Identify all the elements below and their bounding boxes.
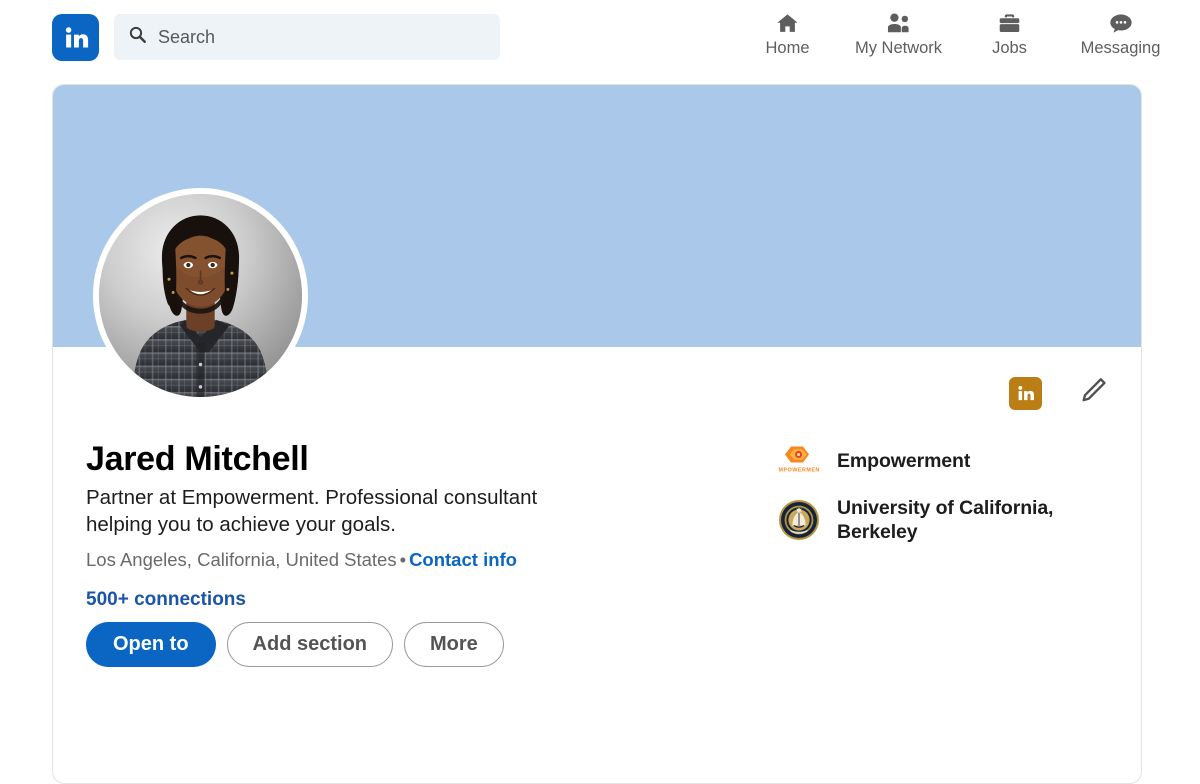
more-button[interactable]: More (404, 622, 504, 667)
affiliation-company-name: Empowerment (837, 449, 971, 472)
profile-card: Jared Mitchell Partner at Empowerment. P… (52, 84, 1142, 784)
nav-item-home[interactable]: Home (732, 6, 843, 57)
primary-navigation: Home My Network Jobs Messaging (732, 6, 1176, 68)
search-input[interactable] (158, 26, 478, 48)
profile-action-buttons: Open to Add section More (86, 622, 504, 667)
nav-label-jobs: Jobs (992, 39, 1027, 57)
contact-info-link[interactable]: Contact info (409, 549, 517, 570)
location-text: Los Angeles, California, United States (86, 548, 397, 570)
nav-label-my-network: My Network (854, 39, 943, 57)
affiliation-school-name: University of California, Berkeley (837, 497, 1054, 544)
uc-berkeley-seal-icon (778, 499, 820, 541)
profile-headline: Partner at Empowerment. Professional con… (86, 486, 538, 537)
separator-dot: • (399, 548, 407, 570)
affiliations-list: EMPOWERMENT Empowerment (778, 440, 1108, 559)
linkedin-logo-icon[interactable] (52, 14, 99, 61)
pencil-icon[interactable] (1078, 375, 1109, 411)
profile-photo (99, 194, 302, 397)
location-row: Los Angeles, California, United States • C… (86, 548, 726, 572)
people-icon (885, 10, 913, 36)
nav-item-jobs[interactable]: Jobs (954, 6, 1065, 57)
nav-label-messaging: Messaging (1080, 39, 1161, 57)
home-icon (774, 10, 801, 36)
briefcase-icon (996, 10, 1023, 36)
nav-item-messaging[interactable]: Messaging (1065, 6, 1176, 57)
message-bubble-icon (1107, 10, 1135, 36)
search-box[interactable] (114, 14, 500, 60)
empowerment-logo-icon: EMPOWERMENT (778, 440, 820, 482)
nav-item-my-network[interactable]: My Network (843, 6, 954, 57)
linkedin-premium-icon[interactable] (1009, 376, 1042, 410)
empowerment-logo-text: EMPOWERMENT (778, 468, 820, 474)
nav-label-home: Home (765, 39, 810, 57)
open-to-button[interactable]: Open to (86, 622, 216, 667)
connections-link[interactable]: 500+ connections (86, 589, 246, 611)
global-header: Home My Network Jobs (0, 0, 1200, 75)
card-action-icons (1009, 375, 1109, 411)
affiliation-school[interactable]: University of California, Berkeley (778, 496, 1108, 545)
page-title: Jared Mitchell (86, 440, 309, 478)
avatar[interactable] (93, 188, 308, 403)
affiliation-company[interactable]: EMPOWERMENT Empowerment (778, 440, 1108, 482)
identity-block: Jared Mitchell Partner at Empowerment. P… (86, 440, 726, 611)
add-section-button[interactable]: Add section (226, 622, 393, 667)
search-icon (128, 25, 147, 49)
